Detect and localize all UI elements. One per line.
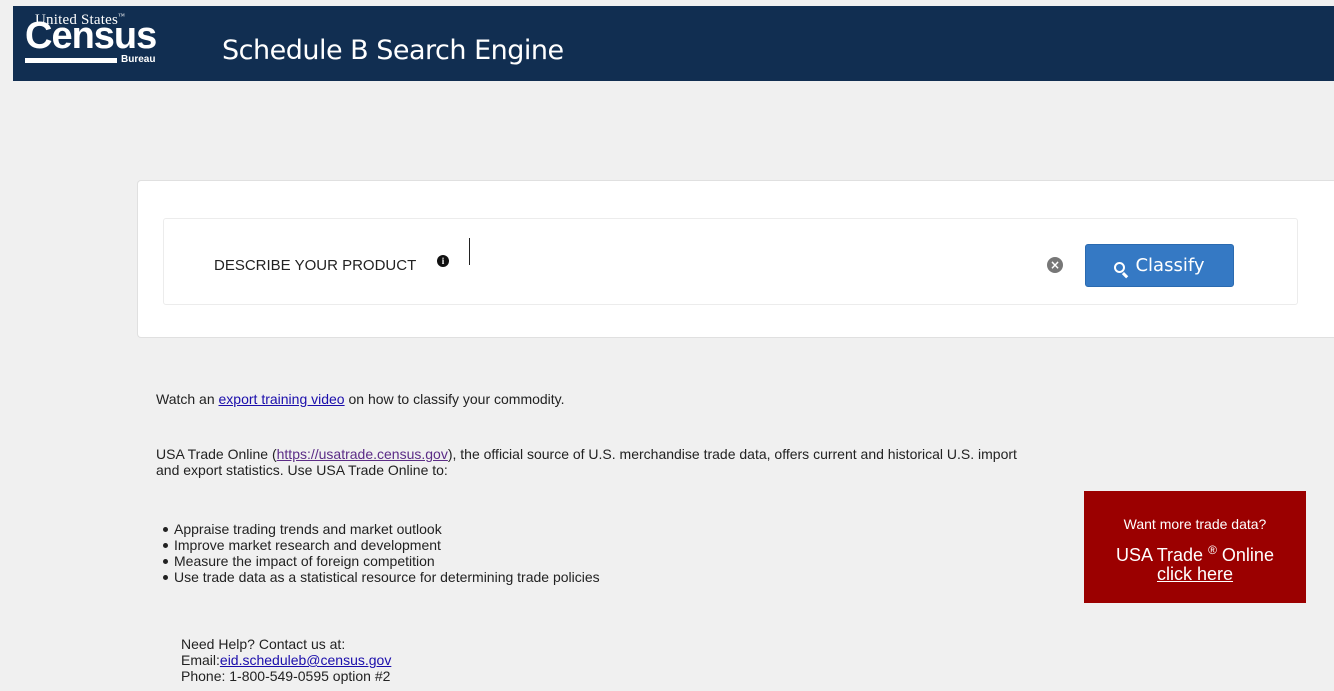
training-paragraph: Watch an export training video on how to… [156,391,1036,407]
help-phone: Phone: 1-800-549-0595 option #2 [181,668,391,684]
classify-button[interactable]: Classify [1085,244,1234,287]
logo-bureau: Bureau [121,54,156,65]
promo-line-2: USA Trade ® Online [1084,539,1306,566]
text-caret [469,238,470,265]
click-here-link[interactable]: click here [1157,564,1233,584]
promo-usa-trade: USA Trade [1116,545,1209,565]
list-item: Improve market research and development [163,537,600,553]
search-card: DESCRIBE YOUR PRODUCT i × Classify [137,180,1334,338]
usatrade-link[interactable]: https://usatrade.census.gov [277,446,448,462]
registered-mark: ® [1208,543,1217,557]
help-heading: Need Help? Contact us at: [181,636,346,652]
info-icon[interactable]: i [437,255,449,267]
benefits-list: Appraise trading trends and market outlo… [163,521,600,585]
usatrade-prefix: USA Trade Online ( [156,446,277,462]
logo-census: Census [25,15,157,57]
classify-button-label: Classify [1135,255,1205,276]
usa-trade-promo[interactable]: Want more trade data? USA Trade ® Online… [1084,491,1306,603]
export-training-video-link[interactable]: export training video [219,391,345,407]
list-item: Appraise trading trends and market outlo… [163,521,600,537]
list-item: Measure the impact of foreign competitio… [163,553,600,569]
logo-underline [25,58,117,63]
page-title: Schedule B Search Engine [222,35,564,66]
email-link[interactable]: eid.scheduleb@census.gov [220,652,391,668]
help-email-line: Email:eid.scheduleb@census.gov [181,652,391,668]
promo-line-3: click here [1084,563,1306,585]
training-suffix: on how to classify your commodity. [344,391,565,407]
usatrade-paragraph: USA Trade Online (https://usatrade.censu… [156,446,1036,478]
promo-line-1: Want more trade data? [1123,516,1267,532]
product-description-input[interactable] [468,235,1028,285]
clear-icon[interactable]: × [1047,257,1063,273]
describe-product-label: DESCRIBE YOUR PRODUCT [214,257,417,274]
search-icon [1114,262,1126,273]
help-contact: Need Help? Contact us at: Email:eid.sche… [181,636,391,684]
training-prefix: Watch an [156,391,219,407]
email-label: Email: [181,652,220,668]
list-item: Use trade data as a statistical resource… [163,569,600,585]
promo-online: Online [1216,545,1274,565]
census-bureau-logo[interactable]: United States™ Census Bureau [21,8,161,68]
search-bar: DESCRIBE YOUR PRODUCT i × Classify [163,218,1298,305]
site-header: United States™ Census Bureau Schedule B … [13,6,1334,81]
